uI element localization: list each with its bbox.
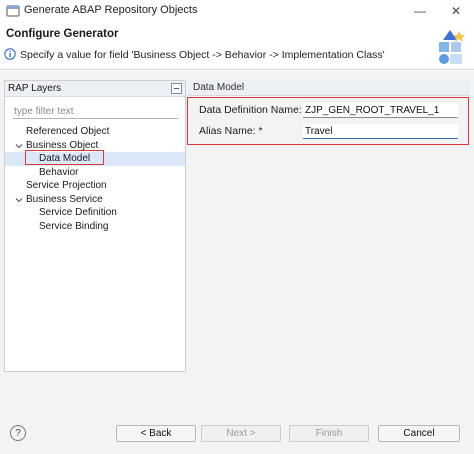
button-bar: ? < Back Next > Finish Cancel — [0, 415, 474, 454]
tree-item-label: Service Definition — [39, 207, 117, 218]
banner-message: Specify a value for field 'Business Obje… — [20, 49, 385, 61]
page-title: Configure Generator — [6, 28, 119, 40]
title-bar: Generate ABAP Repository Objects — ✕ — [0, 0, 474, 22]
filter-input[interactable] — [13, 105, 179, 119]
cancel-button[interactable]: Cancel — [378, 425, 460, 442]
form-annotation-box — [187, 97, 469, 145]
tree-item-label: Referenced Object — [26, 126, 110, 137]
window-title: Generate ABAP Repository Objects — [24, 4, 198, 16]
chevron-down-icon[interactable] — [15, 142, 23, 150]
tree-item-business-service[interactable]: Business Service — [5, 193, 185, 207]
close-button[interactable]: ✕ — [447, 2, 465, 20]
eclipse-app-icon — [6, 5, 20, 17]
info-icon — [4, 48, 16, 60]
tree-item-referenced-object[interactable]: Referenced Object — [5, 125, 185, 139]
collapse-all-icon[interactable] — [171, 83, 182, 94]
help-button[interactable]: ? — [10, 425, 26, 441]
generator-wizard-icon — [439, 30, 465, 64]
next-button[interactable]: Next > — [201, 425, 281, 442]
tree-item-label: Service Projection — [26, 180, 107, 191]
data-model-annotation-box — [25, 150, 104, 165]
tree-item-label: Service Binding — [39, 220, 109, 232]
tree-item-service-definition[interactable]: Service Definition — [5, 206, 185, 220]
tree-item-service-binding[interactable]: Service Binding — [5, 220, 185, 234]
rap-layers-header: RAP Layers — [5, 81, 185, 97]
rap-layers-panel: RAP Layers Referenced Object Business Ob… — [4, 80, 186, 372]
minimize-button[interactable]: — — [411, 2, 429, 20]
wizard-banner: Configure Generator Specify a value for … — [0, 22, 474, 70]
tree-item-service-projection[interactable]: Service Projection — [5, 179, 185, 193]
tree-item-label: Business Service — [26, 193, 103, 205]
rap-layers-title: RAP Layers — [8, 83, 62, 94]
tree-item-label: Behavior — [39, 166, 79, 178]
chevron-down-icon[interactable] — [15, 196, 23, 204]
data-model-title: Data Model — [193, 82, 245, 93]
finish-button[interactable]: Finish — [289, 425, 369, 442]
back-button[interactable]: < Back — [116, 425, 196, 442]
data-model-header: Data Model — [188, 80, 470, 96]
tree-item-behavior[interactable]: Behavior — [5, 166, 185, 180]
